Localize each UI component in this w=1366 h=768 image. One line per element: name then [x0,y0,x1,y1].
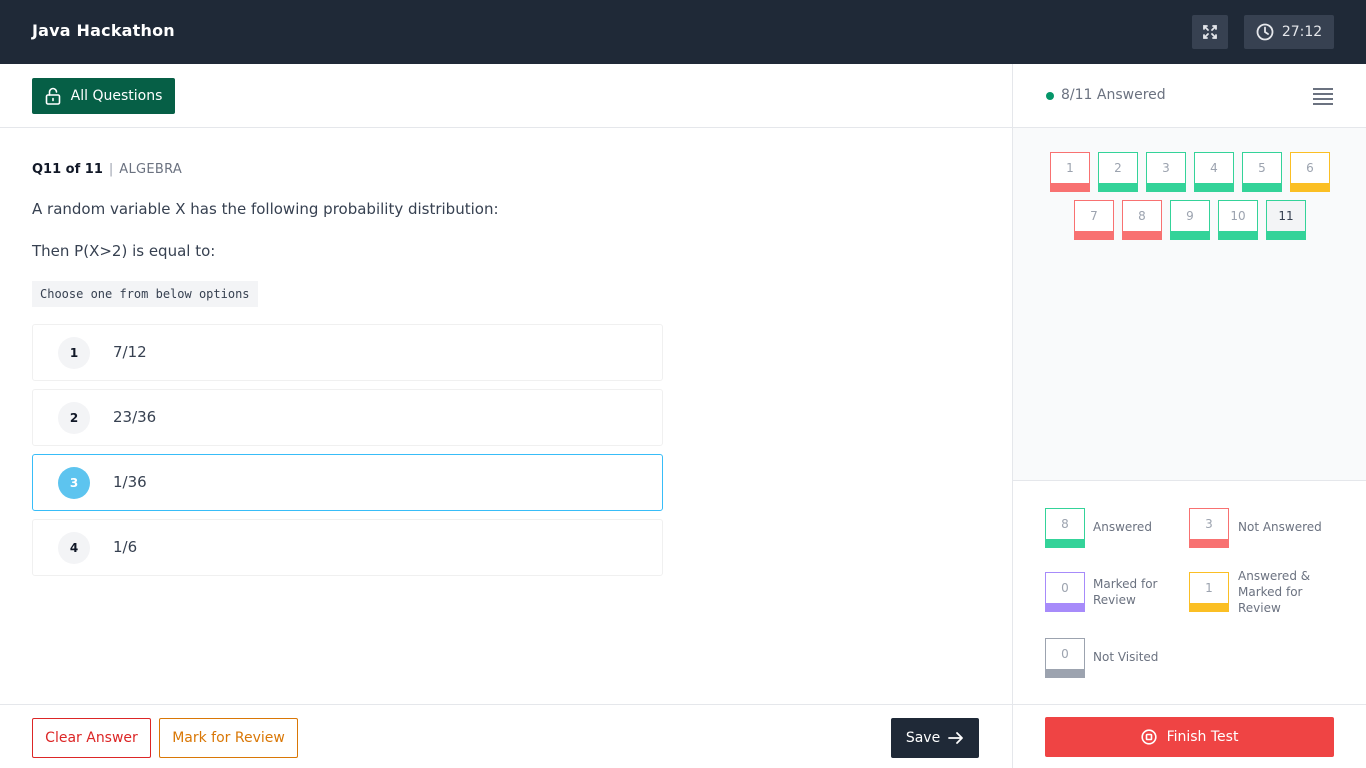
question-pane: All Questions Q11 of 11 | ALGEBRA A random… [0,64,1012,768]
question-nav-3[interactable]: 3 [1146,152,1186,192]
legend-not-answered-label: Not Answered [1238,520,1322,534]
question-nav-9[interactable]: 9 [1170,200,1210,240]
question-nav-4[interactable]: 4 [1194,152,1234,192]
top-bar: Java Hackathon 27:12 [0,0,1366,64]
question-text: A random variable X has the following pr… [32,200,499,218]
question-grid: 1 2 3 4 5 6 7 8 9 10 11 [1013,128,1366,480]
legend-label-line: Marked for [1238,585,1303,599]
question-nav-number: 4 [1210,161,1218,175]
option-text: 1/6 [113,538,138,556]
clock-icon [1256,23,1274,41]
question-toolbar: All Questions [0,64,1012,128]
fullscreen-icon [1203,25,1217,39]
legend-label-line: Review [1093,593,1136,607]
timer-value: 27:12 [1281,24,1323,40]
status-dot [1046,92,1054,100]
question-nav-5[interactable]: 5 [1242,152,1282,192]
legend-count: 3 [1205,517,1213,531]
unlock-icon [45,87,60,105]
legend-answered-label: Answered [1093,520,1152,534]
save-button[interactable]: Save [891,718,979,758]
question-nav-number: 9 [1186,209,1194,223]
option-4[interactable]: 4 1/6 [32,519,663,576]
meta-separator: | [108,162,114,177]
status-legend: 8 Answered 3 Not Answered 0 Marked for R… [1013,480,1366,704]
option-number: 2 [58,402,90,434]
question-nav-number: 11 [1278,209,1294,223]
question-topic: ALGEBRA [119,162,183,177]
legend-marked-box: 0 [1045,572,1085,612]
option-text: 23/36 [113,408,157,426]
clear-answer-button[interactable]: Clear Answer [32,718,151,758]
option-number: 3 [58,467,90,499]
legend-count: 0 [1061,581,1069,595]
legend-answered-marked-label: Answered & Marked for Review [1238,568,1310,616]
sidebar: 8/11 Answered 1 2 3 4 5 6 7 8 9 10 11 8 … [1012,64,1366,768]
legend-not-answered-box: 3 [1189,508,1229,548]
timer: 27:12 [1244,15,1334,49]
all-questions-button[interactable]: All Questions [32,78,175,114]
question-footer: Clear Answer Mark for Review Save [0,704,1012,768]
legend-count: 0 [1061,647,1069,661]
question-nav-6[interactable]: 6 [1290,152,1330,192]
question-number: Q11 of 11 [32,162,103,177]
legend-not-visited-label: Not Visited [1093,650,1159,664]
option-text: 7/12 [113,343,147,361]
sidebar-footer: Finish Test [1013,704,1366,768]
all-questions-label: All Questions [70,88,163,104]
legend-label-line: Review [1238,601,1281,615]
choose-instruction: Choose one from below options [32,281,258,307]
question-nav-10[interactable]: 10 [1218,200,1258,240]
question-nav-11[interactable]: 11 [1266,200,1306,240]
option-1[interactable]: 1 7/12 [32,324,663,381]
save-label: Save [905,730,941,746]
question-nav-number: 5 [1258,161,1266,175]
option-number: 4 [58,532,90,564]
question-prompt: Then P(X>2) is equal to: [32,242,216,260]
legend-answered-box: 8 [1045,508,1085,548]
option-3[interactable]: 3 1/36 [32,454,663,511]
question-meta: Q11 of 11 | ALGEBRA [32,162,182,177]
legend-marked-label: Marked for Review [1093,576,1157,608]
option-number: 1 [58,337,90,369]
stop-circle-icon [1140,729,1157,745]
question-nav-number: 1 [1066,161,1074,175]
question-nav-number: 8 [1138,209,1146,223]
finish-test-label: Finish Test [1166,729,1239,745]
question-nav-number: 10 [1230,209,1246,223]
legend-answered-marked-box: 1 [1189,572,1229,612]
legend-label-line: Marked for [1093,577,1158,591]
app-title: Java Hackathon [32,21,175,40]
mark-for-review-button[interactable]: Mark for Review [159,718,298,758]
legend-count: 8 [1061,517,1069,531]
legend-count: 1 [1205,581,1213,595]
arrow-right-icon [948,732,964,744]
sidebar-header: 8/11 Answered [1013,64,1366,128]
option-2[interactable]: 2 23/36 [32,389,663,446]
answered-summary: 8/11 Answered [1061,87,1166,103]
question-nav-number: 2 [1114,161,1122,175]
fullscreen-button[interactable] [1192,15,1228,49]
legend-label-line: Answered & [1238,569,1311,583]
question-nav-number: 6 [1306,161,1314,175]
question-nav-8[interactable]: 8 [1122,200,1162,240]
question-nav-1[interactable]: 1 [1050,152,1090,192]
question-nav-2[interactable]: 2 [1098,152,1138,192]
question-nav-7[interactable]: 7 [1074,200,1114,240]
question-nav-number: 7 [1090,209,1098,223]
finish-test-button[interactable]: Finish Test [1045,717,1334,757]
legend-not-visited-box: 0 [1045,638,1085,678]
question-nav-number: 3 [1162,161,1170,175]
option-text: 1/36 [113,473,147,491]
menu-icon[interactable] [1313,88,1333,105]
